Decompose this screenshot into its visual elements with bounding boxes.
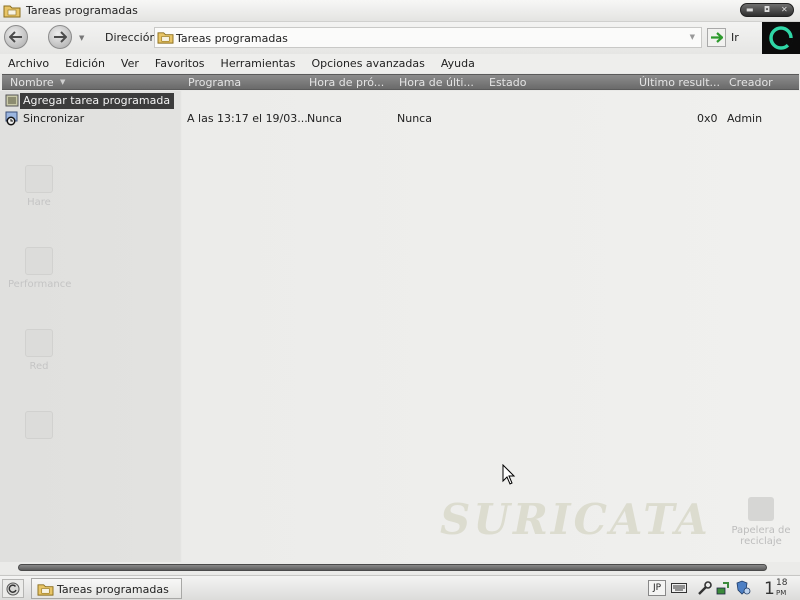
maximize-button[interactable]: ◘ xyxy=(762,5,772,15)
taskbar-button-label: Tareas programadas xyxy=(57,583,169,596)
address-label: Dirección xyxy=(105,31,157,44)
desktop-icon-shortcut xyxy=(8,411,70,443)
desktop-icon-performance: Performance xyxy=(8,247,71,290)
recycle-bin-icon xyxy=(748,497,774,521)
go-label[interactable]: Ir xyxy=(731,31,739,44)
task-schedule: A las 13:17 el 19/03... xyxy=(187,112,308,125)
keyboard-icon[interactable] xyxy=(670,580,688,596)
go-arrow-icon xyxy=(711,32,723,43)
security-shield-icon[interactable] xyxy=(733,580,751,596)
address-value: Tareas programadas xyxy=(176,32,288,45)
task-name: Agregar tarea programada xyxy=(20,93,175,109)
column-hora-ultima[interactable]: Hora de últi... xyxy=(399,76,485,90)
menu-favoritos[interactable]: Favoritos xyxy=(147,57,213,70)
menu-bar: Archivo Edición Ver Favoritos Herramient… xyxy=(0,54,800,73)
task-creator: Admin xyxy=(727,112,763,125)
menu-archivo[interactable]: Archivo xyxy=(0,57,57,70)
table-row[interactable]: Agregar tarea programada xyxy=(0,92,800,110)
menu-edicion[interactable]: Edición xyxy=(57,57,113,70)
minimize-button[interactable]: ▬ xyxy=(745,5,755,15)
menu-ver[interactable]: Ver xyxy=(113,57,147,70)
horizontal-scrollbar[interactable] xyxy=(0,562,800,574)
go-button[interactable] xyxy=(707,28,726,47)
task-name: Sincronizar xyxy=(23,112,85,125)
language-indicator[interactable]: JP xyxy=(648,580,666,596)
address-dropdown-icon[interactable]: ▼ xyxy=(690,33,695,41)
folder-icon xyxy=(37,582,54,600)
desktop-icon-recycle-bin: Papelera de reciclaje xyxy=(726,497,796,547)
add-task-icon xyxy=(5,94,19,107)
tools-icon[interactable] xyxy=(696,580,712,596)
clock-ampm[interactable]: PM xyxy=(776,589,786,597)
shortcut-icon xyxy=(25,247,53,275)
taskbar-button-tareas[interactable]: Tareas programadas xyxy=(31,578,182,599)
folder-icon xyxy=(157,30,174,48)
forward-arrow-icon xyxy=(54,31,67,43)
clock-hour[interactable]: 1 xyxy=(764,579,775,599)
wallpaper-watermark: SURICATA xyxy=(440,495,711,544)
column-header: Nombre ▼ Programa Hora de pró... Hora de… xyxy=(2,74,799,90)
taskbar: Tareas programadas JP 1 18 PM xyxy=(0,575,800,600)
shortcut-icon xyxy=(25,411,53,439)
table-row[interactable]: Sincronizar A las 13:17 el 19/03... Nunc… xyxy=(0,110,800,128)
column-ultimo-resultado[interactable]: Último result... xyxy=(639,76,723,90)
desktop-icon-hare: Hare xyxy=(8,165,70,208)
navigation-bar: ▼ Dirección Tareas programadas ▼ Ir xyxy=(0,22,800,54)
folder-icon xyxy=(3,3,21,22)
shortcut-icon xyxy=(25,165,53,193)
close-button[interactable]: ✕ xyxy=(779,5,789,15)
shortcut-icon xyxy=(25,329,53,357)
back-button[interactable] xyxy=(4,25,28,49)
forward-button[interactable] xyxy=(48,25,72,49)
task-next-run: Nunca xyxy=(307,112,342,125)
history-dropdown-icon[interactable]: ▼ xyxy=(79,34,84,42)
task-last-result: 0x0 xyxy=(697,112,718,125)
window-title: Tareas programadas xyxy=(26,4,138,17)
sort-ascending-icon: ▼ xyxy=(60,78,66,86)
mouse-pointer-icon xyxy=(502,464,516,485)
menu-herramientas[interactable]: Herramientas xyxy=(213,57,304,70)
start-orb-icon xyxy=(6,582,20,595)
clock-minutes[interactable]: 18 xyxy=(776,578,787,588)
title-bar: Tareas programadas ▬ ◘ ✕ xyxy=(0,0,800,22)
address-field[interactable]: Tareas programadas ▼ xyxy=(154,27,702,48)
column-hora-proxima[interactable]: Hora de pró... xyxy=(309,76,395,90)
menu-opciones-avanzadas[interactable]: Opciones avanzadas xyxy=(303,57,432,70)
column-programa[interactable]: Programa xyxy=(188,76,306,90)
task-last-run: Nunca xyxy=(397,112,432,125)
network-icon[interactable] xyxy=(714,580,730,596)
back-arrow-icon xyxy=(9,31,22,43)
column-estado[interactable]: Estado xyxy=(489,76,629,90)
start-button[interactable] xyxy=(2,579,24,598)
activity-throbber xyxy=(762,22,800,54)
throbber-ring-icon xyxy=(769,26,793,50)
scrollbar-thumb[interactable] xyxy=(18,564,767,571)
window-controls: ▬ ◘ ✕ xyxy=(740,3,794,17)
column-nombre[interactable]: Nombre xyxy=(10,76,185,90)
desktop-icon-red: Red xyxy=(8,329,70,372)
menu-ayuda[interactable]: Ayuda xyxy=(433,57,483,70)
task-list[interactable]: Hare Performance Red SURICATA Papelera d… xyxy=(0,91,800,563)
sync-task-icon xyxy=(5,111,18,126)
column-creador[interactable]: Creador xyxy=(729,76,795,90)
